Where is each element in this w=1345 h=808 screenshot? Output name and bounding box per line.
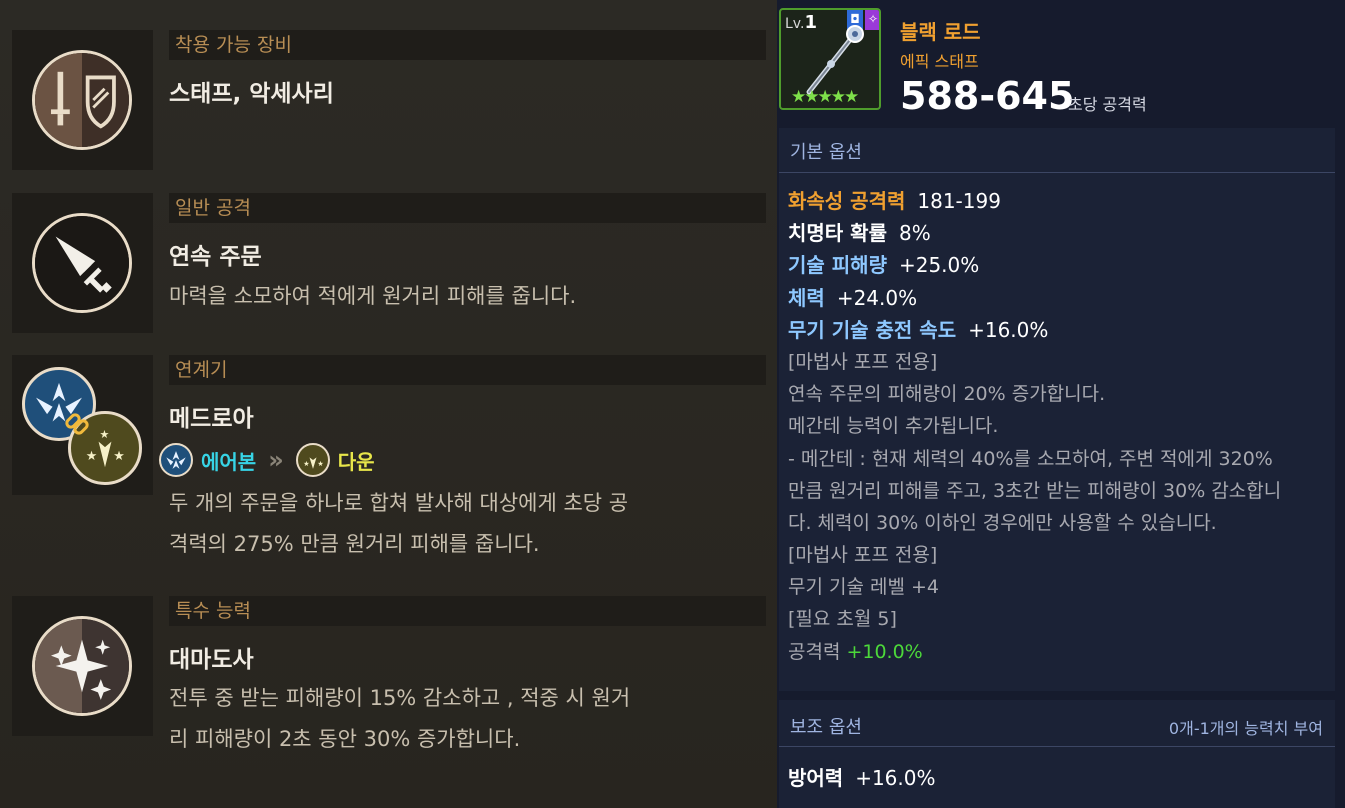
item-dps: 588-645 bbox=[900, 74, 1075, 118]
combo-desc-line2: 격력의 275% 만큼 원거리 피해를 줍니다. bbox=[169, 532, 540, 556]
equip-title: 스태프, 악세사리 bbox=[169, 81, 334, 107]
combo-header: 연계기 bbox=[169, 355, 766, 385]
option-text-line: 메간테 능력이 추가됩니다. bbox=[788, 415, 999, 438]
option-row: 무기 기술 충전 속도 +16.0% bbox=[788, 317, 1049, 342]
item-tooltip: Lv.1 ◘ ✧ ★★★★★ 블랙 로드 에픽 스태프 588-645 초당 공… bbox=[777, 0, 1345, 808]
option-row: 치명타 확률 8% bbox=[788, 221, 931, 246]
sub-options-note: 0개-1개의 능력치 부여 bbox=[1168, 719, 1323, 738]
option-text-line: [마법사 포프 전용] bbox=[788, 350, 938, 373]
item-name: 블랙 로드 bbox=[900, 20, 981, 44]
combo-desc-line1: 두 개의 주문을 하나로 합쳐 발사해 대상에게 초당 공 bbox=[169, 491, 629, 515]
skill-a-label: 에어본 bbox=[201, 449, 257, 474]
normal-attack-section: 일반 공격 연속 주문 마력을 소모하여 적에게 원거리 피해를 줍니다. bbox=[12, 193, 766, 333]
combo-title: 메드로아 bbox=[169, 406, 254, 432]
sword-icon bbox=[32, 213, 132, 313]
base-options-panel: 기본 옵션 화속성 공격력 181-199 치명타 확률 8% 기술 피해량 +25.… bbox=[779, 128, 1335, 691]
divider bbox=[779, 172, 1335, 173]
svg-text:★: ★ bbox=[99, 428, 109, 441]
combo-sequence: 에어본 » ★ ★ 다운 bbox=[159, 443, 375, 477]
svg-text:★: ★ bbox=[113, 449, 125, 464]
option-row: 체력 +24.0% bbox=[788, 285, 918, 310]
down-mini-icon: ★ ★ bbox=[295, 443, 330, 477]
special-header: 특수 능력 bbox=[169, 596, 766, 626]
normal-attack-desc: 마력을 소모하여 적에게 원거리 피해를 줍니다. bbox=[169, 284, 577, 308]
sub-options-header: 보조 옵션 bbox=[790, 717, 862, 738]
chain-link-icon bbox=[64, 411, 90, 437]
attack-option-row: 공격력 +10.0% bbox=[788, 640, 923, 663]
airborne-mini-icon bbox=[159, 443, 193, 477]
option-text-line: 다. 체력이 30% 이하인 경우에만 사용할 수 있습니다. bbox=[788, 511, 1217, 534]
svg-text:★: ★ bbox=[303, 459, 309, 468]
item-type: 에픽 스태프 bbox=[900, 52, 979, 71]
equip-header: 착용 가능 장비 bbox=[169, 30, 766, 60]
normal-attack-header: 일반 공격 bbox=[169, 193, 766, 223]
option-row: 화속성 공격력 181-199 bbox=[788, 189, 1001, 213]
skill-info-panel: 착용 가능 장비 스태프, 악세사리 일반 공격 연속 주문 마력을 소모하여 … bbox=[0, 0, 777, 808]
special-section: 특수 능력 대마도사 전투 중 받는 피해량이 15% 감소하고 , 적중 시 … bbox=[12, 596, 766, 806]
item-dps-label: 초당 공격력 bbox=[1068, 95, 1147, 114]
item-stars: ★★★★★ bbox=[791, 87, 859, 107]
option-row: 기술 피해량 +25.0% bbox=[788, 253, 980, 278]
combo-icon-box: ★ ★ ★ bbox=[12, 355, 153, 495]
special-title: 대마도사 bbox=[169, 647, 254, 673]
base-options-list: 화속성 공격력 181-199 치명타 확률 8% 기술 피해량 +25.0% 체력 +… bbox=[788, 185, 1333, 668]
sword-shield-icon bbox=[32, 50, 132, 150]
special-desc: 전투 중 받는 피해량이 15% 감소하고 , 적중 시 원거 리 피해량이 2… bbox=[169, 678, 749, 760]
special-icon-box bbox=[12, 596, 153, 736]
item-icon-frame[interactable]: Lv.1 ◘ ✧ ★★★★★ bbox=[779, 8, 881, 110]
option-text-line: [마법사 포프 전용] bbox=[788, 544, 938, 567]
sub-options-panel: 보조 옵션 0개-1개의 능력치 부여 방어력 +16.0% bbox=[779, 700, 1335, 808]
skill-b-label: 다운 bbox=[337, 449, 375, 474]
divider bbox=[779, 746, 1335, 747]
option-text-line: [필요 초월 5] bbox=[788, 608, 897, 631]
svg-text:★: ★ bbox=[86, 449, 98, 464]
option-text-line: - 메간테 : 현재 체력의 40%를 소모하여, 주변 적에게 320% bbox=[788, 447, 1273, 470]
special-desc-line2: 리 피해량이 2초 동안 30% 증가합니다. bbox=[169, 727, 521, 751]
item-header: Lv.1 ◘ ✧ ★★★★★ 블랙 로드 에픽 스태프 588-645 초당 공… bbox=[777, 0, 1345, 128]
sparkle-icon bbox=[32, 616, 132, 716]
sub-option-row: 방어력 +16.0% bbox=[788, 766, 936, 790]
normal-attack-icon-box bbox=[12, 193, 153, 333]
base-options-header: 기본 옵션 bbox=[790, 142, 862, 163]
option-text-line: 연속 주문의 피해량이 20% 증가합니다. bbox=[788, 383, 1106, 406]
option-text-line: 만큼 원거리 피해를 주고, 3초간 받는 피해량이 30% 감소합니 bbox=[788, 479, 1282, 502]
normal-attack-title: 연속 주문 bbox=[169, 244, 262, 270]
combo-desc: 두 개의 주문을 하나로 합쳐 발사해 대상에게 초당 공 격력의 275% 만… bbox=[169, 483, 749, 565]
svg-text:★: ★ bbox=[317, 459, 323, 468]
equip-section: 착용 가능 장비 스태프, 악세사리 bbox=[12, 30, 766, 170]
option-text-line: 무기 기술 레벨 +4 bbox=[788, 576, 940, 599]
chevron-right-icon: » bbox=[268, 446, 284, 474]
combo-section: ★ ★ ★ 연계기 메드로아 에어본 » ★ ★ 다운 두 개의 주문을 하나로… bbox=[12, 355, 766, 565]
special-desc-line1: 전투 중 받는 피해량이 15% 감소하고 , 적중 시 원거 bbox=[169, 686, 631, 710]
equip-icon-box bbox=[12, 30, 153, 170]
